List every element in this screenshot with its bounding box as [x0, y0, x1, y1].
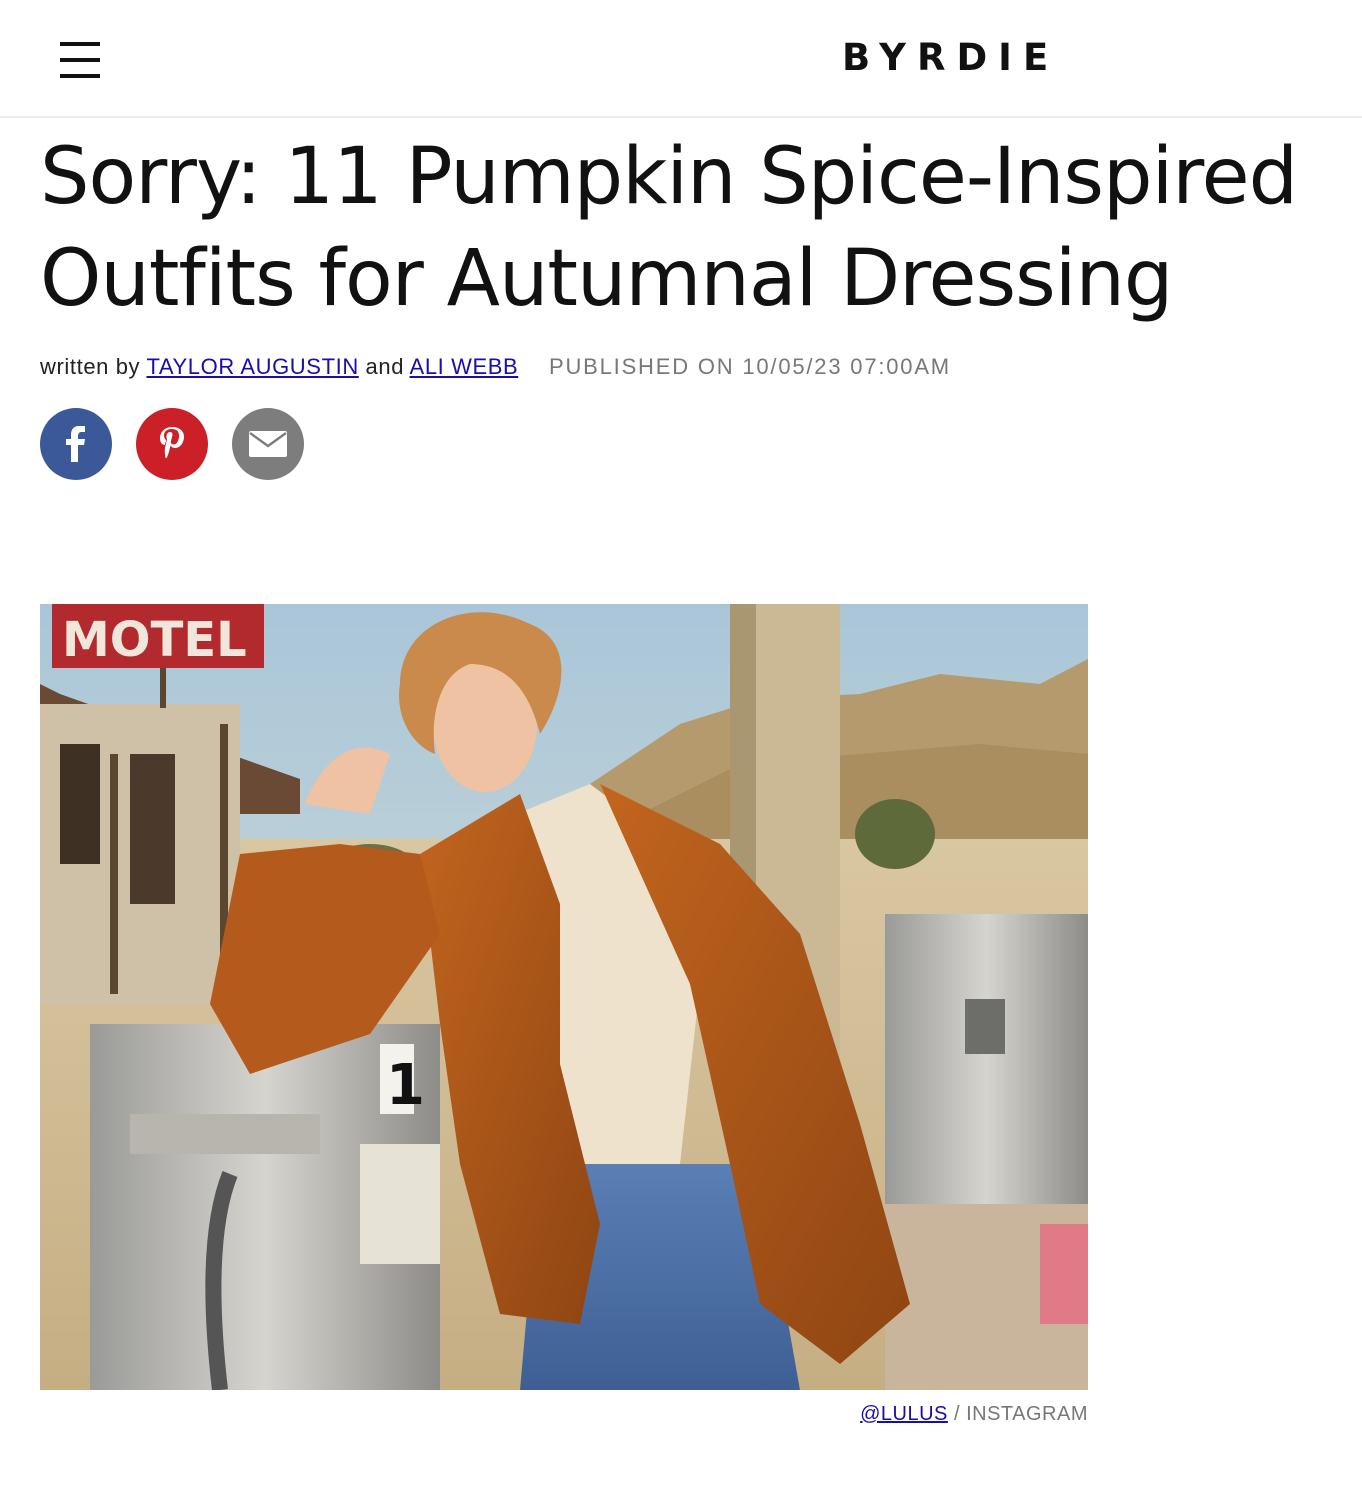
- share-bar: [40, 408, 304, 480]
- image-credit-link[interactable]: @LULUS: [860, 1403, 948, 1425]
- site-header: BYRDIE: [0, 0, 1362, 118]
- hamburger-menu-icon[interactable]: [60, 42, 100, 78]
- author-link-ali-webb[interactable]: ALI WEBB: [410, 354, 519, 379]
- author-link-taylor-augustin[interactable]: TAYLOR AUGUSTIN: [146, 354, 358, 379]
- facebook-icon: [66, 426, 85, 462]
- facebook-share-button[interactable]: [40, 408, 112, 480]
- site-logo[interactable]: BYRDIE: [842, 36, 1059, 79]
- pump-number: 1: [386, 1053, 425, 1118]
- byline: written by TAYLOR AUGUSTIN and ALI WEBB …: [40, 354, 951, 384]
- byline-prefix: written by: [40, 354, 141, 379]
- pinterest-share-button[interactable]: [136, 408, 208, 480]
- hero-image: MOTEL 1: [40, 604, 1088, 1390]
- article-title: Sorry: 11 Pumpkin Spice-Inspired Outfits…: [40, 132, 1298, 324]
- byline-conjunction: and: [365, 354, 405, 379]
- email-share-button[interactable]: [232, 408, 304, 480]
- email-icon: [249, 431, 287, 457]
- image-credit-separator: /: [953, 1403, 961, 1425]
- image-credit-source: INSTAGRAM: [966, 1403, 1088, 1425]
- motel-sign-text: MOTEL: [62, 612, 247, 668]
- pinterest-icon: [160, 427, 184, 458]
- publish-date: PUBLISHED ON 10/05/23 07:00AM: [549, 354, 951, 379]
- image-credit: @LULUS / INSTAGRAM: [40, 1403, 1088, 1426]
